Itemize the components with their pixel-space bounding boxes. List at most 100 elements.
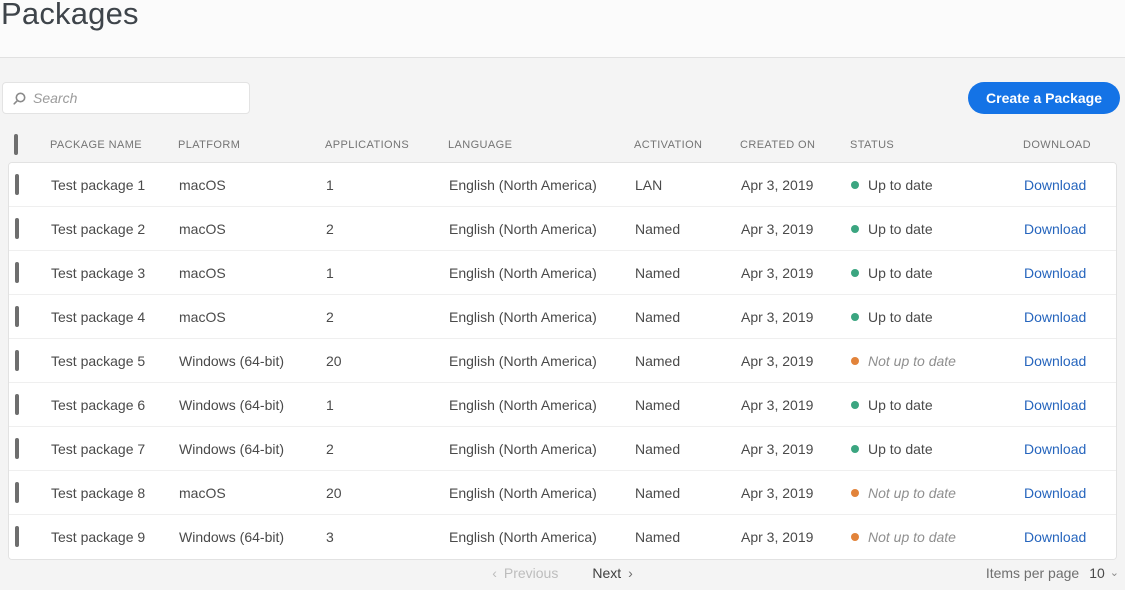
download-cell: Download	[1024, 529, 1116, 545]
language-cell: English (North America)	[449, 484, 597, 501]
table-row[interactable]: Test package 1 macOS 1 English (North Am…	[9, 163, 1116, 207]
row-checkbox[interactable]	[15, 437, 19, 459]
download-link[interactable]: Download	[1024, 177, 1086, 193]
row-checkbox-cell	[9, 526, 51, 547]
applications-cell: 20	[326, 352, 342, 369]
created-on-cell: Apr 3, 2019	[741, 264, 814, 281]
applications-cell: 3	[326, 529, 334, 545]
download-cell: Download	[1024, 485, 1116, 501]
status-cell: Up to date	[851, 177, 1024, 193]
created-on-cell: Apr 3, 2019	[741, 308, 814, 325]
select-all-checkbox[interactable]	[14, 134, 18, 155]
pagination: ‹ Previous Next ›	[0, 563, 1125, 583]
applications-cell: 1	[326, 176, 334, 193]
language-cell: English (North America)	[449, 440, 597, 457]
row-checkbox[interactable]	[15, 481, 19, 503]
table-row[interactable]: Test package 6 Windows (64-bit) 1 Englis…	[9, 383, 1116, 427]
download-link[interactable]: Download	[1024, 353, 1086, 369]
table-row[interactable]: Test package 2 macOS 2 English (North Am…	[9, 207, 1116, 251]
table-row[interactable]: Test package 5 Windows (64-bit) 20 Engli…	[9, 339, 1116, 383]
column-header-package-name: PACKAGE NAME	[50, 139, 143, 151]
platform-cell: macOS	[179, 484, 226, 501]
package-name-cell: Test package 2	[51, 220, 146, 237]
status-text: Up to date	[868, 308, 933, 325]
language-cell: English (North America)	[449, 220, 597, 237]
row-checkbox[interactable]	[15, 217, 19, 239]
row-checkbox[interactable]	[15, 261, 19, 283]
next-page-button[interactable]: Next ›	[592, 565, 632, 581]
row-checkbox-cell	[9, 261, 51, 283]
status-text: Not up to date	[868, 352, 956, 369]
items-per-page-select[interactable]: 10 ⌄	[1089, 565, 1119, 581]
created-on-cell: Apr 3, 2019	[741, 529, 814, 545]
package-name-cell: Test package 9	[51, 529, 146, 545]
status-cell: Up to date	[851, 441, 1024, 457]
status-dot-icon	[851, 488, 859, 497]
create-package-button[interactable]: Create a Package	[968, 82, 1120, 114]
search-input[interactable]	[33, 90, 239, 106]
download-link[interactable]: Download	[1024, 441, 1086, 457]
package-name-cell: Test package 3	[51, 264, 146, 281]
table-row[interactable]: Test package 8 macOS 20 English (North A…	[9, 471, 1116, 515]
status-cell: Up to date	[851, 397, 1024, 413]
platform-cell: Windows (64-bit)	[179, 396, 285, 413]
items-per-page: Items per page 10 ⌄	[986, 563, 1119, 583]
applications-cell: 2	[326, 440, 334, 457]
status-cell: Up to date	[851, 265, 1024, 281]
table-row[interactable]: Test package 9 Windows (64-bit) 3 Englis…	[9, 515, 1116, 559]
applications-cell: 1	[326, 264, 334, 281]
previous-label: Previous	[503, 565, 559, 581]
chevron-left-icon: ‹	[492, 565, 497, 581]
status-cell: Up to date	[851, 221, 1024, 237]
status-cell: Not up to date	[851, 353, 1024, 369]
row-checkbox[interactable]	[15, 173, 19, 195]
chevron-right-icon: ›	[628, 565, 633, 581]
column-header-activation: ACTIVATION	[634, 139, 703, 151]
status-dot-icon	[851, 356, 859, 365]
select-all-cell	[8, 134, 50, 155]
status-dot-icon	[851, 444, 859, 453]
activation-cell: Named	[635, 396, 681, 413]
applications-cell: 1	[326, 396, 334, 413]
download-link[interactable]: Download	[1024, 221, 1086, 237]
language-cell: English (North America)	[449, 529, 597, 545]
download-link[interactable]: Download	[1024, 309, 1086, 325]
table-header: PACKAGE NAME PLATFORM APPLICATIONS LANGU…	[8, 128, 1117, 162]
column-header-download: DOWNLOAD	[1023, 139, 1091, 151]
previous-page-button[interactable]: ‹ Previous	[492, 565, 558, 581]
row-checkbox[interactable]	[15, 393, 19, 415]
package-name-cell: Test package 4	[51, 308, 146, 325]
platform-cell: Windows (64-bit)	[179, 440, 285, 457]
row-checkbox-cell	[9, 393, 51, 415]
row-checkbox[interactable]	[15, 305, 19, 327]
items-per-page-value: 10	[1089, 565, 1105, 581]
search-box	[2, 82, 250, 114]
status-cell: Not up to date	[851, 485, 1024, 501]
language-cell: English (North America)	[449, 176, 597, 193]
package-name-cell: Test package 6	[51, 396, 146, 413]
package-name-cell: Test package 8	[51, 484, 146, 501]
download-link[interactable]: Download	[1024, 529, 1086, 545]
row-checkbox[interactable]	[15, 526, 19, 547]
column-header-applications: APPLICATIONS	[325, 139, 410, 151]
table-row[interactable]: Test package 7 Windows (64-bit) 2 Englis…	[9, 427, 1116, 471]
row-checkbox[interactable]	[15, 349, 19, 371]
download-link[interactable]: Download	[1024, 397, 1086, 413]
download-link[interactable]: Download	[1024, 485, 1086, 501]
column-header-created-on: CREATED ON	[740, 139, 816, 151]
activation-cell: Named	[635, 308, 681, 325]
activation-cell: Named	[635, 352, 681, 369]
items-per-page-label: Items per page	[985, 565, 1080, 581]
table-row[interactable]: Test package 3 macOS 1 English (North Am…	[9, 251, 1116, 295]
download-link[interactable]: Download	[1024, 265, 1086, 281]
activation-cell: LAN	[635, 176, 663, 193]
activation-cell: Named	[635, 440, 681, 457]
status-text: Up to date	[868, 220, 933, 237]
row-checkbox-cell	[9, 217, 51, 239]
download-cell: Download	[1024, 353, 1116, 369]
package-name-cell: Test package 1	[51, 176, 146, 193]
table-row[interactable]: Test package 4 macOS 2 English (North Am…	[9, 295, 1116, 339]
activation-cell: Named	[635, 220, 681, 237]
status-text: Up to date	[868, 176, 933, 193]
platform-cell: macOS	[179, 220, 226, 237]
